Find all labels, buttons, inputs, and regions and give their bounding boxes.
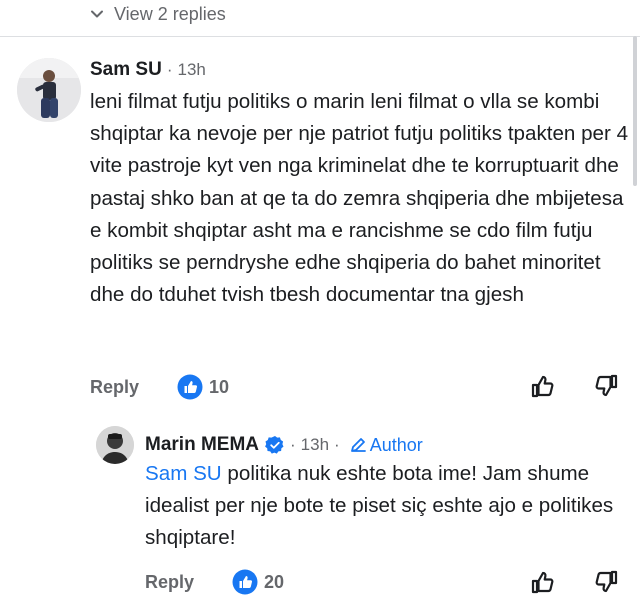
comment-header: Marin MEMA · 13h · Author xyxy=(145,432,423,458)
author-badge: Author xyxy=(369,434,423,455)
thumbs-down-icon[interactable] xyxy=(592,568,620,596)
timestamp[interactable]: 13h xyxy=(301,435,329,455)
like-count: 10 xyxy=(209,376,230,397)
view-replies-button[interactable]: View 2 replies xyxy=(90,2,226,26)
verified-badge-icon xyxy=(265,436,284,454)
like-icon xyxy=(232,569,258,595)
comment-header: Sam SU · 13h xyxy=(90,58,206,82)
divider xyxy=(0,36,640,37)
thumbs-down-icon[interactable] xyxy=(592,372,620,400)
mention-link[interactable]: Sam SU xyxy=(145,462,222,485)
avatar-photo xyxy=(96,426,134,464)
thumbs-up-icon[interactable] xyxy=(529,568,557,596)
avatar[interactable] xyxy=(17,58,81,122)
separator-dot: · xyxy=(166,60,173,79)
pencil-icon xyxy=(350,438,366,452)
thumbs-up-icon[interactable] xyxy=(529,372,557,400)
separator-dot: · xyxy=(290,435,296,454)
separator-dot: · xyxy=(334,435,340,454)
scrollbar[interactable] xyxy=(633,36,637,186)
like-count: 20 xyxy=(264,571,285,592)
reply-button[interactable]: Reply xyxy=(90,377,139,398)
timestamp[interactable]: 13h xyxy=(177,60,205,80)
comment-actions: Reply 20 xyxy=(145,568,284,596)
reply-button[interactable]: Reply xyxy=(145,572,194,593)
comment-text: Sam SU politika nuk eshte bota ime! Jam … xyxy=(145,458,615,555)
author-name[interactable]: Marin MEMA xyxy=(145,434,259,456)
comment-text: leni filmat futju politiks o marin leni … xyxy=(90,90,629,307)
avatar[interactable] xyxy=(96,426,134,464)
chevron-down-icon xyxy=(91,10,103,18)
view-replies-label: View 2 replies xyxy=(114,3,226,24)
author-name[interactable]: Sam SU xyxy=(90,59,162,81)
avatar-photo xyxy=(17,58,81,122)
comment-actions: Reply 10 xyxy=(90,373,229,401)
like-icon xyxy=(177,374,203,400)
